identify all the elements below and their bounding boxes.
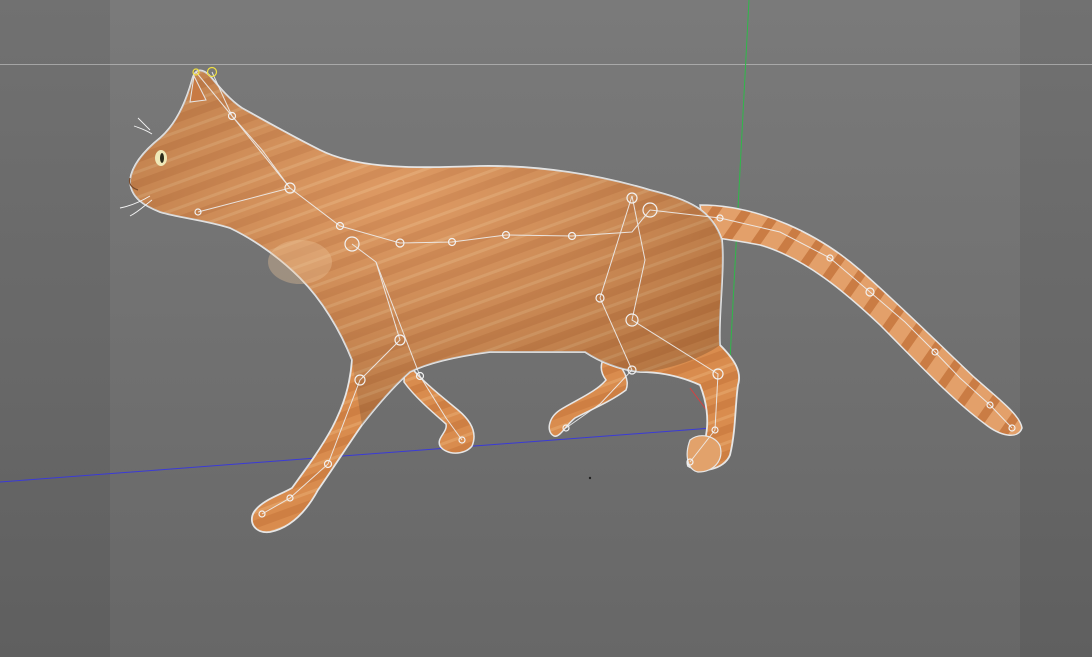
cat-chest-highlight [268,240,332,284]
viewport-speck [588,476,592,480]
cat-tail [699,204,1023,436]
3d-viewport[interactable] [0,0,1092,657]
y-axis-line [729,0,750,361]
x-axis-line [0,427,713,483]
cat-pupil [160,153,164,163]
viewport-scene [0,0,1023,534]
